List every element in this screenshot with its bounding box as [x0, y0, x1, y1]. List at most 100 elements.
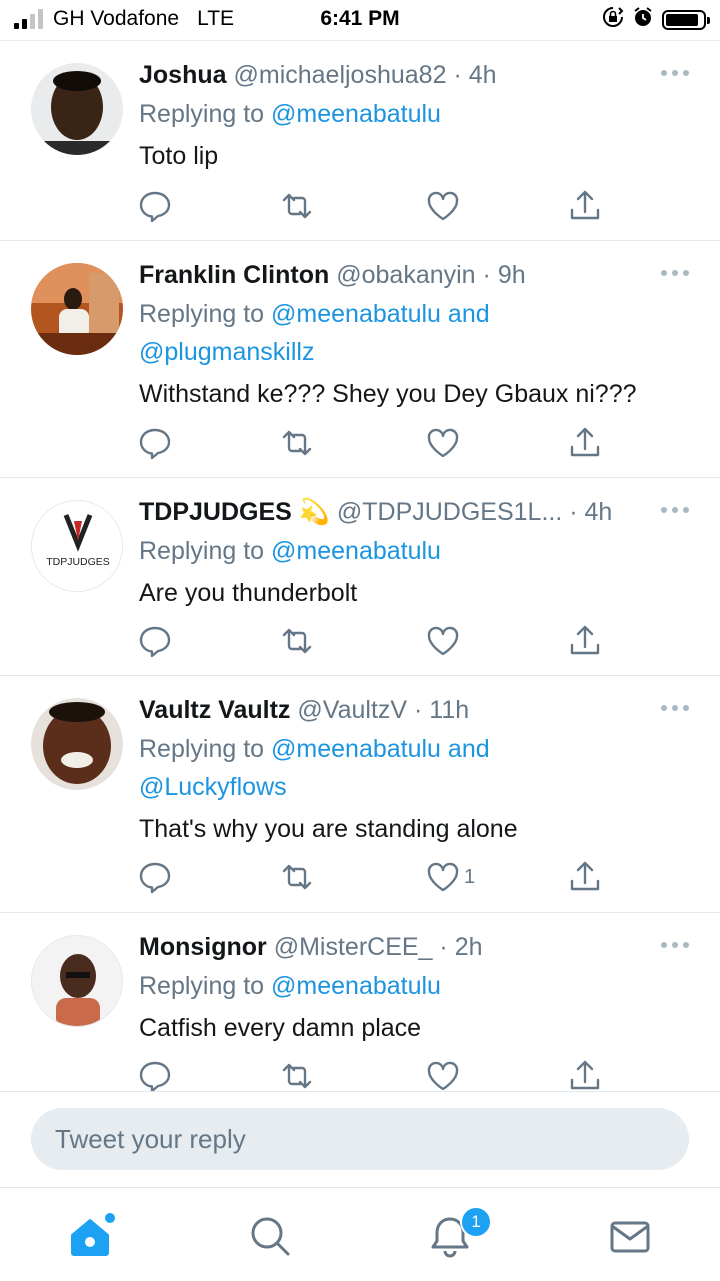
more-options-icon[interactable]	[660, 506, 690, 514]
tweet-item[interactable]: Franklin Clinton @obakanyin · 9h Replyin…	[0, 241, 720, 478]
tweet-time: · 4h	[453, 61, 497, 89]
avatar-logo-text: TDPJUDGES	[46, 556, 110, 568]
search-icon	[251, 1217, 290, 1256]
author-handle: @michaeljoshua82	[233, 61, 447, 89]
tab-home[interactable]	[60, 1206, 120, 1266]
mention-link[interactable]: @Luckyflows	[139, 773, 287, 801]
tab-search[interactable]	[240, 1206, 300, 1266]
like-button[interactable]	[425, 186, 464, 226]
tweet-item[interactable]: TDPJUDGES TDPJUDGES 💫 @TDPJUDGES1L... · …	[0, 478, 720, 676]
share-button[interactable]	[567, 1056, 603, 1091]
tweet-text: Catfish every damn place	[139, 1014, 422, 1042]
alarm-icon	[632, 6, 654, 34]
author-handle: @obakanyin	[336, 261, 476, 289]
reply-button[interactable]	[137, 423, 173, 463]
reply-button[interactable]	[137, 621, 173, 661]
reply-icon	[139, 862, 171, 894]
share-icon	[570, 427, 600, 457]
tweet-actions	[137, 423, 720, 463]
reply-composer	[0, 1091, 720, 1188]
like-button[interactable]: 1	[425, 857, 475, 897]
verified-emoji: 💫	[298, 498, 330, 526]
replies-feed[interactable]: Joshua @michaeljoshua82 · 4h Replying to…	[0, 41, 720, 1091]
avatar[interactable]: TDPJUDGES	[31, 500, 123, 592]
tweet-text: That's why you are standing alone	[139, 815, 518, 843]
tweet-actions: 1	[137, 857, 720, 897]
author-handle: @MisterCEE_	[273, 933, 433, 961]
mention-link[interactable]: @meenabatulu	[271, 537, 441, 565]
orientation-lock-icon	[602, 6, 624, 34]
tweet-text: Withstand ke??? Shey you Dey Gbaux ni???	[139, 380, 637, 408]
tweet-actions	[137, 621, 720, 661]
reply-button[interactable]	[137, 857, 173, 897]
share-button[interactable]	[567, 423, 603, 463]
reply-button[interactable]	[137, 1056, 173, 1091]
like-count: 1	[464, 865, 476, 888]
retweet-icon	[282, 1063, 312, 1089]
mention-link[interactable]: @plugmanskillz	[139, 338, 314, 366]
share-icon	[570, 190, 600, 220]
tweet-actions	[137, 1056, 720, 1091]
tab-messages[interactable]	[600, 1206, 660, 1266]
retweet-button[interactable]	[279, 857, 315, 897]
heart-icon	[427, 1061, 459, 1091]
mention-link[interactable]: @meenabatulu	[271, 100, 441, 128]
more-options-icon[interactable]	[660, 269, 690, 277]
avatar[interactable]	[31, 698, 123, 790]
heart-icon	[427, 862, 459, 892]
heart-icon	[427, 626, 459, 656]
share-icon	[570, 625, 600, 655]
share-button[interactable]	[567, 621, 603, 661]
tweet-actions	[137, 186, 720, 226]
messages-icon	[610, 1221, 650, 1253]
like-button[interactable]	[425, 1056, 464, 1091]
avatar[interactable]	[31, 63, 123, 155]
like-button[interactable]	[425, 423, 464, 463]
notification-badge: 1	[460, 1206, 492, 1238]
more-options-icon[interactable]	[660, 704, 690, 712]
share-icon	[570, 1060, 600, 1090]
reply-icon	[139, 428, 171, 460]
reply-icon	[139, 1061, 171, 1091]
author-name[interactable]: TDPJUDGES	[139, 498, 292, 526]
like-button[interactable]	[425, 621, 464, 661]
author-name[interactable]: Joshua	[139, 61, 227, 89]
author-name[interactable]: Franklin Clinton	[139, 261, 329, 289]
replying-to-label: Replying to	[139, 735, 272, 763]
replying-to-label: Replying to	[139, 537, 272, 565]
reply-input[interactable]	[31, 1108, 689, 1170]
tweet-item[interactable]: Monsignor @MisterCEE_ · 2h Replying to @…	[0, 913, 720, 1091]
tweet-item[interactable]: Vaultz Vaultz @VaultzV · 11h Replying to…	[0, 676, 720, 913]
tweet-time: · 2h	[439, 933, 483, 961]
share-icon	[570, 861, 600, 891]
tweet-text: Are you thunderbolt	[139, 579, 358, 607]
mention-link[interactable]: @meenabatulu and	[271, 300, 490, 328]
share-button[interactable]	[567, 186, 603, 226]
more-options-icon[interactable]	[660, 941, 690, 949]
heart-icon	[427, 428, 459, 458]
replying-to-label: Replying to	[139, 972, 272, 1000]
author-name[interactable]: Vaultz Vaultz	[139, 696, 290, 724]
mention-link[interactable]: @meenabatulu	[271, 972, 441, 1000]
reply-button[interactable]	[137, 186, 173, 226]
retweet-button[interactable]	[279, 423, 315, 463]
author-name[interactable]: Monsignor	[139, 933, 267, 961]
retweet-button[interactable]	[279, 621, 315, 661]
retweet-icon	[282, 193, 312, 219]
share-button[interactable]	[567, 857, 603, 897]
mention-link[interactable]: @meenabatulu and	[271, 735, 490, 763]
retweet-icon	[282, 628, 312, 654]
reply-icon	[139, 626, 171, 658]
avatar[interactable]	[31, 935, 123, 1027]
retweet-icon	[282, 430, 312, 456]
retweet-icon	[282, 864, 312, 890]
retweet-button[interactable]	[279, 186, 315, 226]
author-handle: @VaultzV	[297, 696, 408, 724]
tweet-item[interactable]: Joshua @michaeljoshua82 · 4h Replying to…	[0, 41, 720, 241]
replying-to-label: Replying to	[139, 300, 272, 328]
tweet-time: · 9h	[482, 261, 526, 289]
heart-icon	[427, 191, 459, 221]
retweet-button[interactable]	[279, 1056, 315, 1091]
avatar[interactable]	[31, 263, 123, 355]
more-options-icon[interactable]	[660, 69, 690, 77]
